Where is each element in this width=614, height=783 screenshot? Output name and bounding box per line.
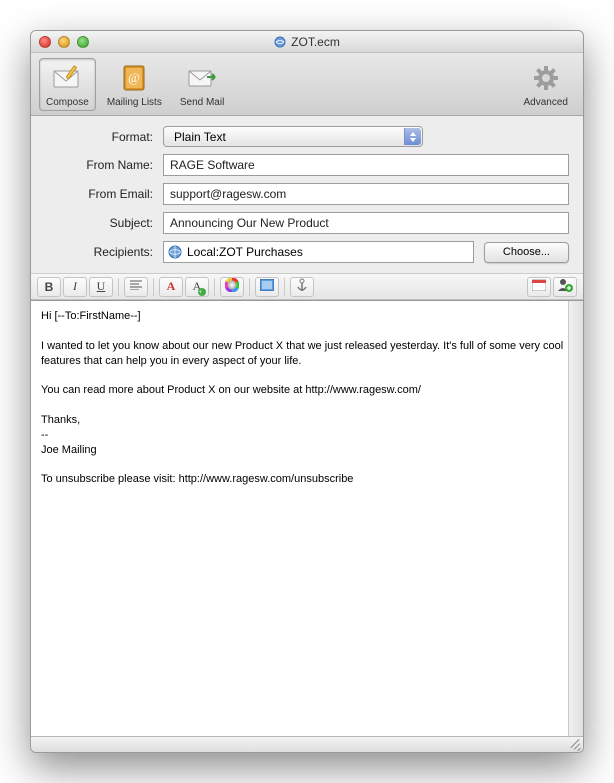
gear-icon	[529, 61, 563, 95]
status-bar	[31, 736, 583, 752]
from-email-label: From Email:	[45, 187, 153, 201]
from-name-input[interactable]	[163, 154, 569, 176]
message-body[interactable]: Hi [--To:FirstName--] I wanted to let yo…	[31, 301, 583, 495]
mailing-lists-button[interactable]: @ Mailing Lists	[100, 58, 169, 111]
image-icon	[260, 279, 274, 295]
recipients-label: Recipients:	[45, 245, 153, 259]
address-book-icon: @	[117, 61, 151, 95]
compose-label: Compose	[46, 97, 89, 108]
recipients-value: Local:ZOT Purchases	[187, 245, 303, 259]
vertical-scrollbar[interactable]	[568, 301, 583, 736]
choose-label: Choose...	[503, 246, 550, 258]
bold-button[interactable]: B	[37, 277, 61, 297]
window-title-text: ZOT.ecm	[291, 35, 340, 49]
italic-button[interactable]: I	[63, 277, 87, 297]
color-picker-button[interactable]	[220, 277, 244, 297]
compose-icon	[50, 61, 84, 95]
mailing-lists-label: Mailing Lists	[107, 97, 162, 108]
window-title: ZOT.ecm	[31, 35, 583, 49]
choose-button[interactable]: Choose...	[484, 242, 569, 263]
format-select[interactable]: Plain Text	[163, 126, 423, 147]
recipients-field[interactable]: Local:ZOT Purchases	[163, 241, 474, 263]
format-label: Format:	[45, 130, 153, 144]
zoom-window-button[interactable]	[77, 36, 89, 48]
close-window-button[interactable]	[39, 36, 51, 48]
anchor-icon	[296, 278, 308, 296]
header-form: Format: Plain Text From Name: From Email…	[31, 116, 583, 274]
advanced-button[interactable]: Advanced	[517, 58, 575, 111]
font-color-button[interactable]: A	[159, 277, 183, 297]
add-person-button[interactable]	[553, 277, 577, 297]
window-controls	[39, 36, 89, 48]
calendar-button[interactable]	[527, 277, 551, 297]
format-select-value: Plain Text	[174, 130, 226, 144]
app-window: ZOT.ecm Compose	[30, 30, 584, 753]
anchor-button[interactable]	[290, 277, 314, 297]
from-name-label: From Name:	[45, 158, 153, 172]
minimize-window-button[interactable]	[58, 36, 70, 48]
globe-icon	[168, 245, 182, 259]
underline-button[interactable]: U	[89, 277, 113, 297]
document-icon	[274, 36, 286, 48]
advanced-label: Advanced	[524, 97, 568, 108]
from-email-input[interactable]	[163, 183, 569, 205]
image-button[interactable]	[255, 277, 279, 297]
formatting-toolbar: B I U A A+	[31, 274, 583, 300]
resize-grip[interactable]	[570, 739, 581, 750]
main-toolbar: Compose @ Mailing Lists	[31, 53, 583, 116]
font-color-icon: A	[167, 279, 176, 294]
send-mail-label: Send Mail	[180, 97, 224, 108]
titlebar: ZOT.ecm	[31, 31, 583, 53]
subject-label: Subject:	[45, 216, 153, 230]
person-plus-icon	[557, 278, 573, 296]
send-mail-icon	[185, 61, 219, 95]
subject-input[interactable]	[163, 212, 569, 234]
send-mail-button[interactable]: Send Mail	[173, 58, 231, 111]
svg-text:@: @	[128, 70, 140, 85]
font-size-icon: A+	[193, 279, 202, 294]
message-editor[interactable]: Hi [--To:FirstName--] I wanted to let yo…	[31, 300, 583, 736]
updown-icon	[404, 128, 421, 145]
font-size-button[interactable]: A+	[185, 277, 209, 297]
color-wheel-icon	[225, 278, 239, 296]
align-icon	[130, 279, 142, 294]
compose-button[interactable]: Compose	[39, 58, 96, 111]
calendar-icon	[532, 278, 546, 295]
align-button[interactable]	[124, 277, 148, 297]
